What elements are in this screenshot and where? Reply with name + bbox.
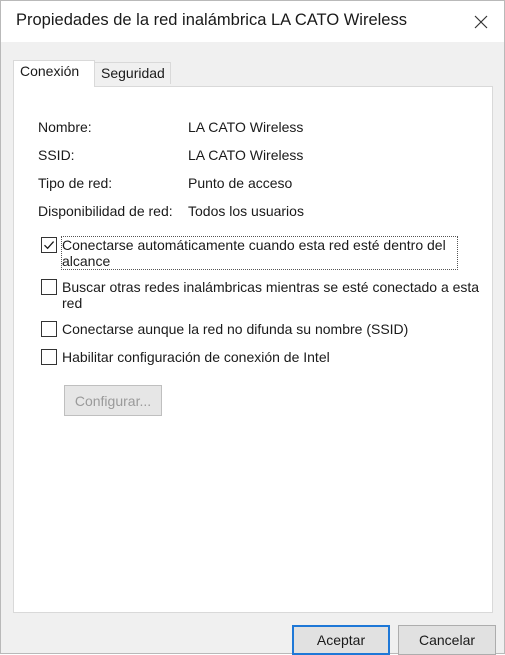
intel-config-checkbox[interactable]	[41, 349, 57, 365]
ssid-value: LA CATO Wireless	[188, 147, 304, 163]
availability-value: Todos los usuarios	[188, 203, 304, 219]
dialog-window: Propiedades de la red inalámbrica LA CAT…	[0, 0, 505, 655]
intel-config-option[interactable]: Habilitar configuración de conexión de I…	[41, 349, 481, 367]
auto-connect-checkbox[interactable]	[41, 237, 57, 253]
network-type-label: Tipo de red:	[38, 175, 113, 191]
close-icon	[474, 15, 488, 28]
intel-config-label[interactable]: Habilitar configuración de conexión de I…	[62, 349, 330, 365]
availability-label: Disponibilidad de red:	[38, 203, 173, 219]
close-button[interactable]	[458, 1, 504, 42]
tab-seguridad[interactable]: Seguridad	[94, 62, 171, 84]
window-title: Propiedades de la red inalámbrica LA CAT…	[16, 11, 407, 29]
name-value: LA CATO Wireless	[188, 119, 304, 135]
title-bar: Propiedades de la red inalámbrica LA CAT…	[1, 1, 504, 42]
ok-button[interactable]: Aceptar	[292, 625, 390, 655]
network-type-value: Punto de acceso	[188, 175, 293, 191]
auto-connect-label[interactable]: Conectarse automáticamente cuando esta r…	[61, 236, 458, 270]
tab-conexion[interactable]: Conexión	[13, 60, 95, 87]
ssid-label: SSID:	[38, 147, 75, 163]
check-icon	[44, 241, 55, 250]
connect-hidden-option[interactable]: Conectarse aunque la red no difunda su n…	[41, 321, 481, 339]
search-other-networks-label[interactable]: Buscar otras redes inalámbricas mientras…	[62, 279, 482, 311]
connect-hidden-checkbox[interactable]	[41, 321, 57, 337]
connect-hidden-label[interactable]: Conectarse aunque la red no difunda su n…	[62, 321, 408, 337]
configure-button[interactable]: Configurar...	[64, 385, 162, 416]
name-label: Nombre:	[38, 119, 92, 135]
auto-connect-option[interactable]: Conectarse automáticamente cuando esta r…	[41, 236, 481, 271]
cancel-button[interactable]: Cancelar	[398, 625, 496, 655]
connection-panel: Nombre: LA CATO Wireless SSID: LA CATO W…	[13, 86, 493, 613]
search-other-networks-option[interactable]: Buscar otras redes inalámbricas mientras…	[41, 279, 481, 313]
search-other-networks-checkbox[interactable]	[41, 279, 57, 295]
